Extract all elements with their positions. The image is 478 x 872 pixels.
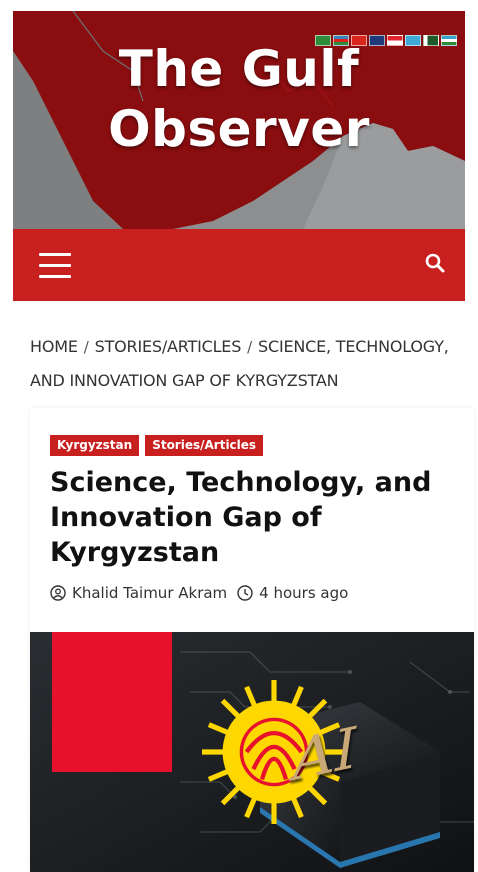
site-title-line2: Observer [108,100,370,158]
kazakhstan-flag-icon[interactable] [405,35,421,46]
user-icon [50,585,66,601]
azerbaijan-flag-icon[interactable] [333,35,349,46]
main-navbar [13,229,465,301]
article-title[interactable]: Science, Technology, and Innovation Gap … [50,465,450,570]
breadcrumb-separator: / [83,338,89,356]
breadcrumb-home[interactable]: HOME [30,337,78,356]
hamburger-menu-icon[interactable] [39,253,71,279]
article-meta: Khalid Taimur Akram 4 hours ago [50,584,348,602]
clock-icon [237,585,253,601]
pakistan-flag-icon[interactable] [423,35,439,46]
breadcrumb-category[interactable]: STORIES/ARTICLES [95,337,242,356]
search-icon[interactable] [423,251,447,275]
breadcrumb: HOME / STORIES/ARTICLES / SCIENCE, TECHNOLOG… [30,330,460,397]
china-flag-icon[interactable] [351,35,367,46]
tag-kyrgyzstan[interactable]: Kyrgyzstan [50,435,140,456]
tag-stories-articles[interactable]: Stories/Articles [145,435,264,456]
kyrgyzstan-flag-icon [52,632,346,824]
uzbekistan-flag-icon[interactable] [441,35,457,46]
site-title[interactable]: The Gulf Observer [13,39,465,159]
site-header-banner[interactable]: The Gulf Observer [13,11,465,229]
article-tags: Kyrgyzstan Stories/Articles [50,435,264,456]
uk-flag-icon[interactable] [369,35,385,46]
featured-image[interactable]: AI [30,632,474,872]
saudi-flag-icon[interactable] [315,35,331,46]
site-title-line1: The Gulf [118,40,360,98]
indonesia-flag-icon[interactable] [387,35,403,46]
breadcrumb-separator: / [247,338,253,356]
language-flags [315,35,457,46]
post-time: 4 hours ago [259,584,349,602]
author-name[interactable]: Khalid Taimur Akram [72,584,227,602]
article-card: Kyrgyzstan Stories/Articles Science, Tec… [30,408,474,872]
